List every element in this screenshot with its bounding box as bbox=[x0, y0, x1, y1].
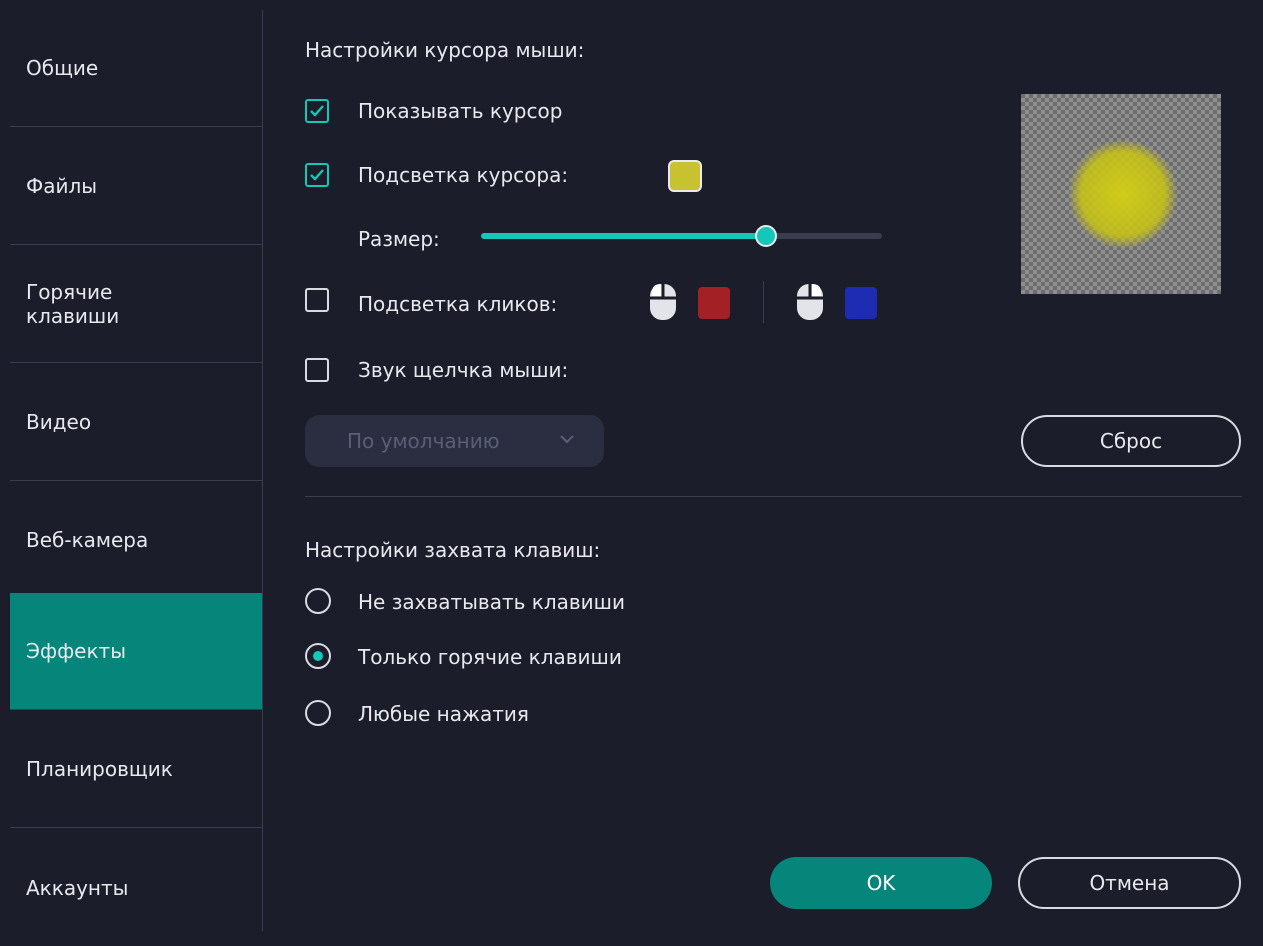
radio-no-capture[interactable] bbox=[305, 588, 331, 614]
cursor-highlight-color-swatch[interactable] bbox=[668, 160, 702, 192]
show-cursor-label: Показывать курсор bbox=[358, 99, 563, 123]
click-sound-checkbox[interactable] bbox=[305, 358, 329, 382]
radio-any-press-label: Любые нажатия bbox=[358, 702, 529, 726]
cancel-button[interactable]: Отмена bbox=[1018, 857, 1241, 909]
cursor-section-title: Настройки курсора мыши: bbox=[305, 38, 585, 62]
radio-no-capture-label: Не захватывать клавиши bbox=[358, 590, 625, 614]
sidebar-item-label: Планировщик bbox=[26, 757, 173, 781]
sidebar-item-label: Эффекты bbox=[26, 639, 126, 663]
check-icon bbox=[310, 105, 324, 117]
radio-selected-dot bbox=[313, 651, 323, 661]
cursor-highlight-label: Подсветка курсора: bbox=[358, 163, 569, 187]
sidebar-item-label: Аккаунты bbox=[26, 875, 129, 900]
show-cursor-checkbox[interactable] bbox=[305, 99, 329, 123]
sidebar-item-label: Общие bbox=[26, 56, 99, 80]
sidebar-item-label: Веб-камера bbox=[26, 528, 149, 552]
section-divider bbox=[305, 496, 1242, 497]
radio-any-press[interactable] bbox=[305, 700, 331, 726]
cancel-button-label: Отмена bbox=[1089, 871, 1170, 895]
ok-button[interactable]: OK bbox=[770, 857, 992, 909]
settings-dialog: Общие Файлы Горячие клавиши Видео Веб-ка… bbox=[0, 0, 1263, 931]
ok-button-label: OK bbox=[866, 871, 896, 895]
chevron-down-icon bbox=[560, 435, 574, 444]
sidebar-item-video[interactable]: Видео bbox=[10, 364, 262, 481]
left-click-color-swatch[interactable] bbox=[698, 287, 730, 319]
radio-hotkeys-only-label: Только горячие клавиши bbox=[358, 645, 622, 669]
cursor-highlight-checkbox[interactable] bbox=[305, 163, 329, 187]
radio-hotkeys-only[interactable] bbox=[305, 643, 331, 669]
check-icon bbox=[310, 169, 324, 181]
mouse-left-click-icon bbox=[650, 282, 676, 320]
sidebar-item-label: Файлы bbox=[26, 174, 98, 198]
sidebar-item-general[interactable]: Общие bbox=[10, 10, 262, 127]
click-highlight-checkbox[interactable] bbox=[305, 288, 329, 312]
mouse-right-click-icon bbox=[797, 282, 823, 320]
size-slider-handle[interactable] bbox=[754, 225, 777, 247]
size-slider-fill bbox=[481, 233, 766, 239]
cursor-highlight-preview bbox=[1021, 94, 1221, 294]
click-sound-select[interactable]: По умолчанию bbox=[305, 415, 604, 467]
right-click-color-swatch[interactable] bbox=[845, 287, 877, 319]
sidebar: Общие Файлы Горячие клавиши Видео Веб-ка… bbox=[10, 10, 263, 931]
sidebar-item-effects[interactable]: Эффекты bbox=[10, 593, 262, 710]
click-highlight-label: Подсветка кликов: bbox=[358, 292, 558, 316]
sidebar-item-scheduler[interactable]: Планировщик bbox=[10, 711, 262, 828]
click-sound-label: Звук щелчка мыши: bbox=[358, 358, 569, 382]
reset-button-label: Сброс bbox=[1099, 429, 1163, 453]
sidebar-item-label: Видео bbox=[26, 410, 92, 434]
sidebar-item-webcam[interactable]: Веб-камера bbox=[10, 482, 262, 599]
keys-section-title: Настройки захвата клавиш: bbox=[305, 538, 601, 562]
sidebar-item-files[interactable]: Файлы bbox=[10, 128, 262, 245]
sidebar-item-label: Горячие клавиши bbox=[26, 280, 120, 328]
click-colors-divider bbox=[763, 281, 764, 323]
highlight-glow bbox=[1069, 140, 1177, 248]
sidebar-item-accounts[interactable]: Аккаунты bbox=[10, 829, 262, 946]
reset-button[interactable]: Сброс bbox=[1021, 415, 1241, 467]
size-label: Размер: bbox=[358, 227, 440, 251]
sidebar-item-hotkeys[interactable]: Горячие клавиши bbox=[10, 246, 262, 363]
size-slider[interactable] bbox=[481, 225, 882, 247]
click-sound-select-value: По умолчанию bbox=[347, 429, 500, 453]
